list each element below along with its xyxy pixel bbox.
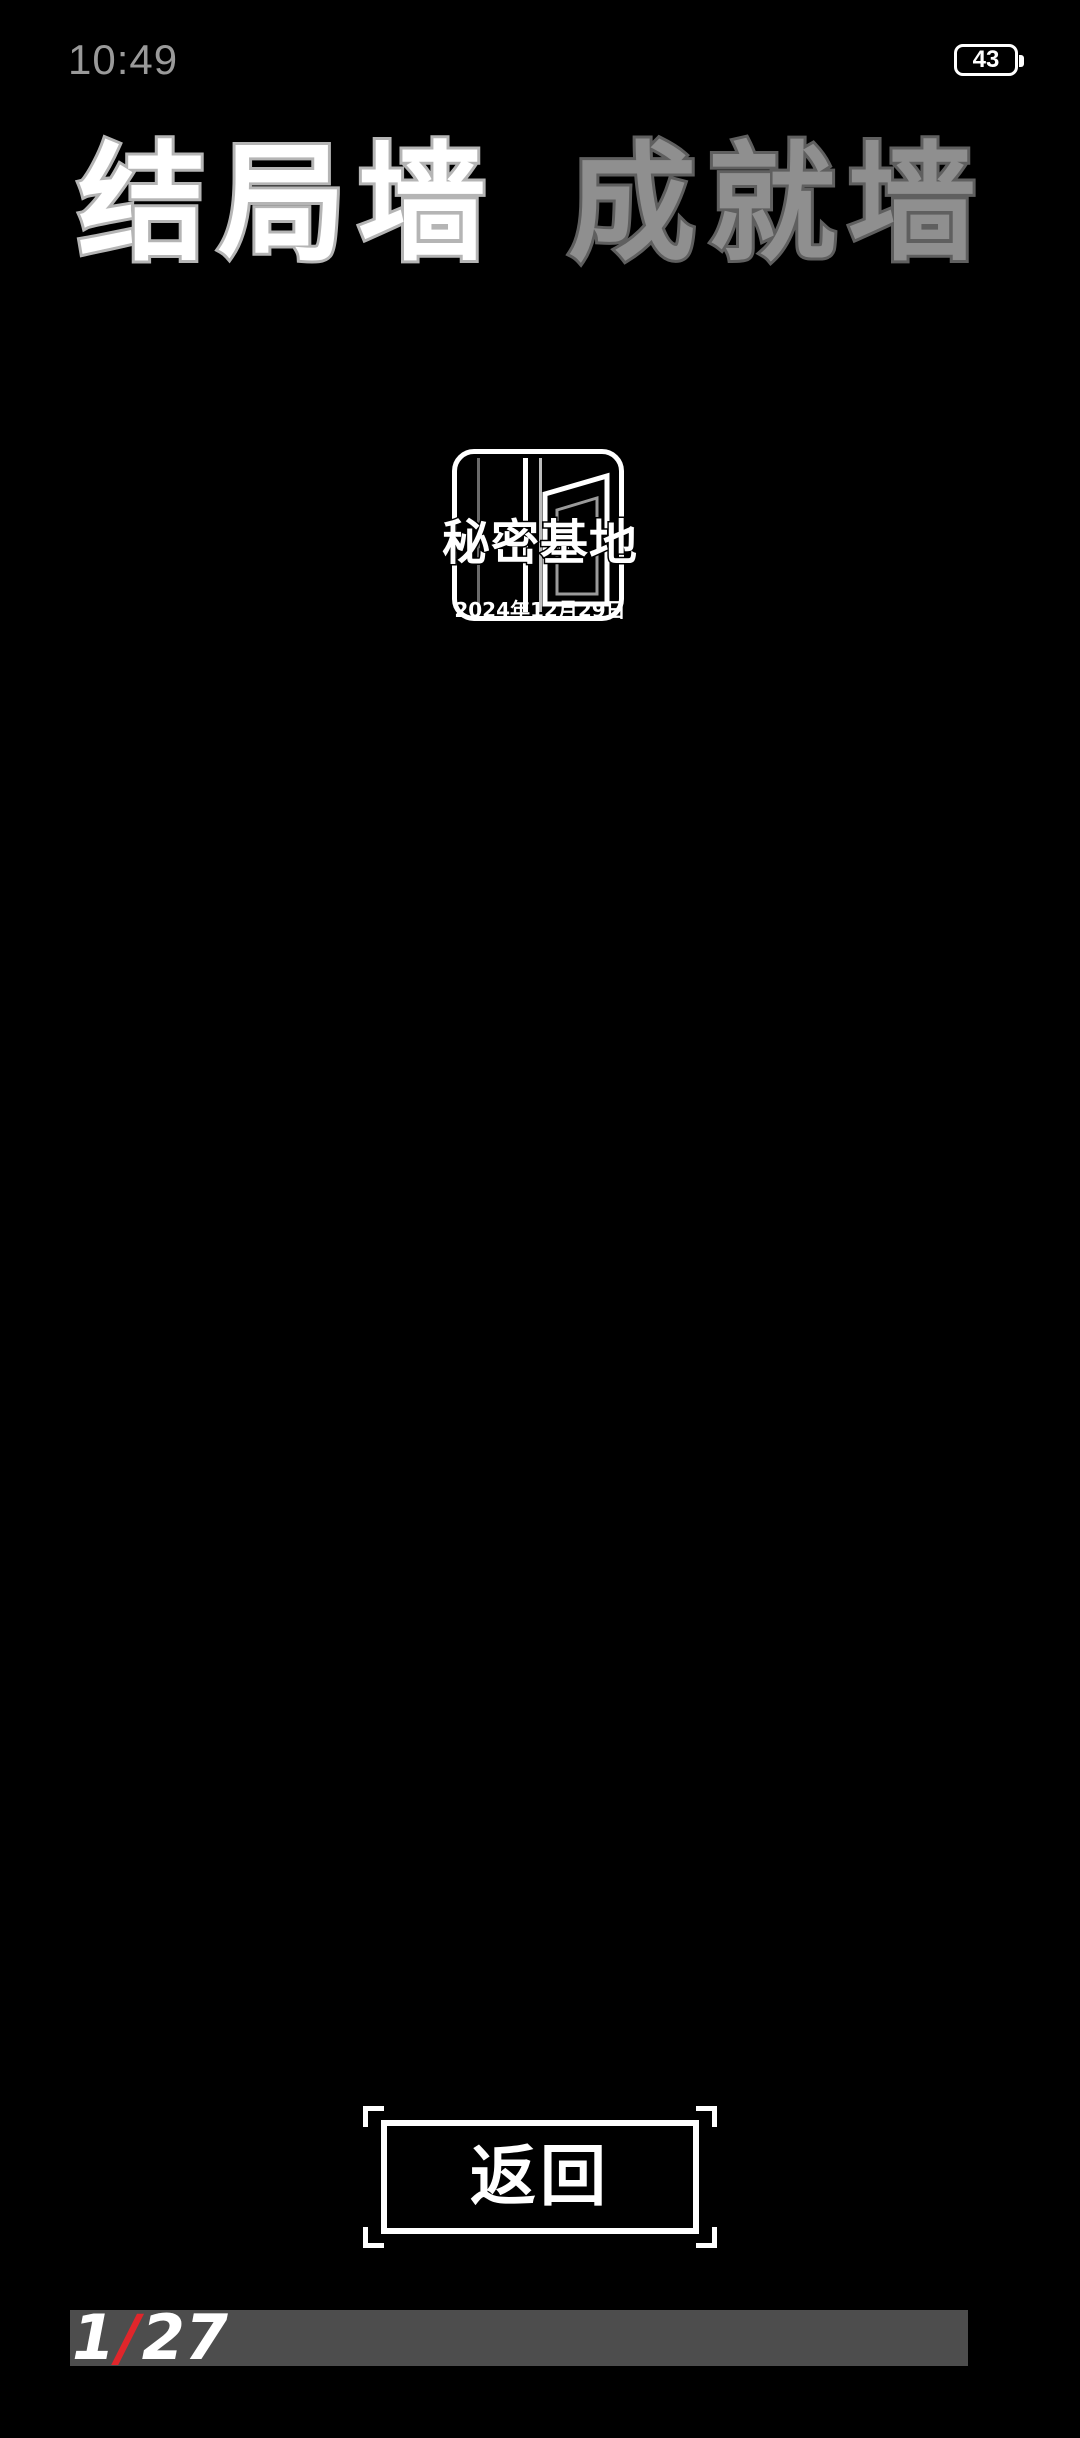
- tab-achievement-wall[interactable]: 成就墙: [565, 127, 988, 282]
- ending-title: 秘密基地: [440, 514, 638, 573]
- back-button-frame: 返回: [381, 2120, 699, 2234]
- battery-nub: [1019, 55, 1024, 67]
- battery-icon: 43: [954, 44, 1024, 76]
- status-time: 10:49: [68, 36, 179, 83]
- back-button-label: 返回: [470, 2138, 610, 2215]
- tab-ending-wall[interactable]: 结局墙: [75, 127, 498, 282]
- ending-card[interactable]: 秘密基地 2024年12月29日: [420, 445, 660, 635]
- page-separator: /: [117, 2301, 140, 2374]
- wall-tabs: 结局墙 成就墙: [0, 127, 1080, 282]
- battery-level: 43: [972, 46, 1000, 73]
- corner-bracket: [696, 2106, 717, 2127]
- page-count: 1 / 27: [72, 2301, 229, 2374]
- back-button[interactable]: 返回: [363, 2106, 717, 2248]
- page-total: 27: [141, 2301, 229, 2374]
- page-indicator: 1 / 27: [70, 2301, 968, 2374]
- corner-bracket: [696, 2227, 717, 2248]
- page-current: 1: [72, 2301, 116, 2374]
- ending-date: 2024年12月29日: [454, 598, 626, 622]
